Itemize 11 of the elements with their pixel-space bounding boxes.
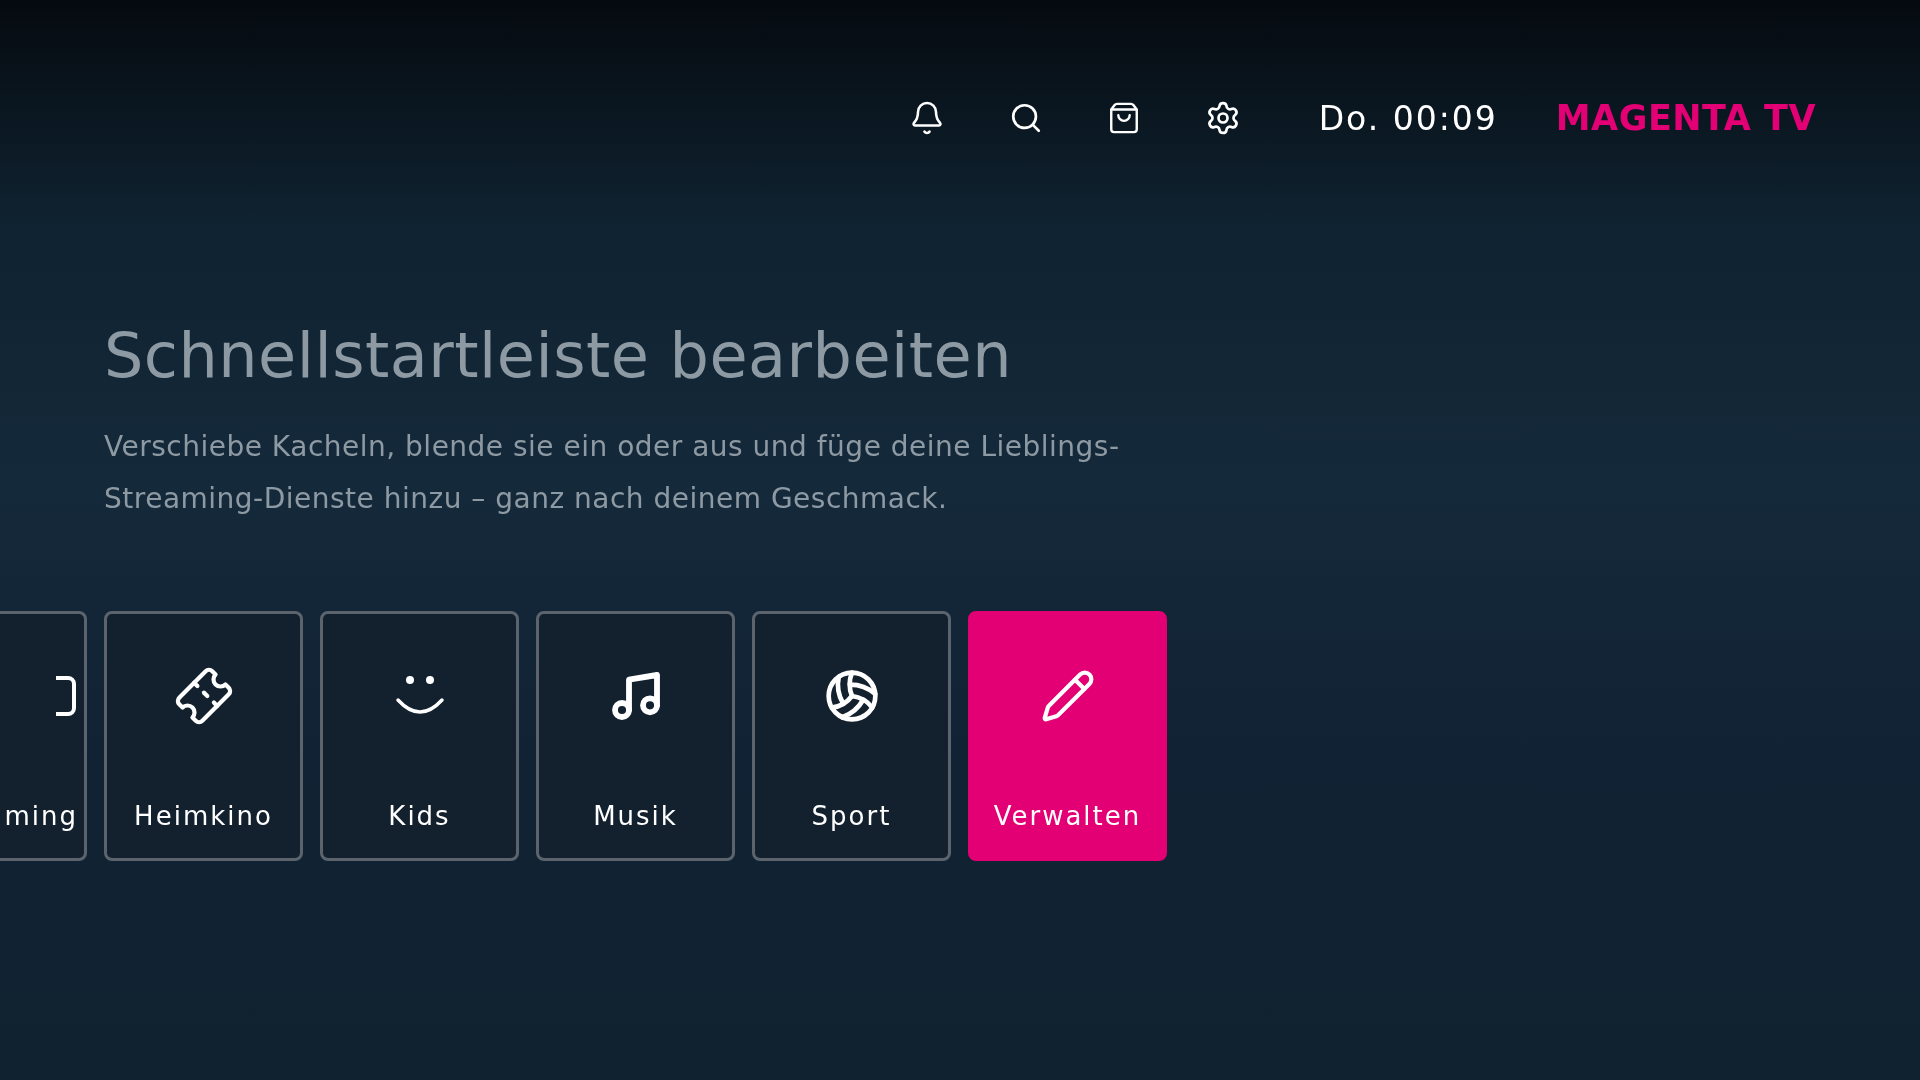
clock: Do. 00:09 — [1318, 97, 1498, 140]
quick-start-tile[interactable]: Kids — [320, 610, 519, 861]
quick-start-tile[interactable]: Musik — [536, 610, 735, 861]
page-title: Schnellstartleiste bearbeiten — [104, 324, 1014, 387]
quick-start-tile[interactable]: Verwalten — [968, 610, 1167, 861]
brand-logo: MAGENTA TV — [1555, 97, 1816, 140]
ball-icon — [823, 667, 880, 724]
quick-start-tile[interactable]: Sport — [752, 610, 951, 861]
quick-start-tile[interactable]: ming — [0, 610, 87, 861]
quick-start-tile[interactable]: Heimkino — [104, 610, 303, 861]
page-description: Verschiebe Kacheln, blende sie ein oder aus und füge deine Lieblings-Streaming-Dienste hinzu – ganz nach deinem Geschmack. — [104, 428, 1121, 517]
